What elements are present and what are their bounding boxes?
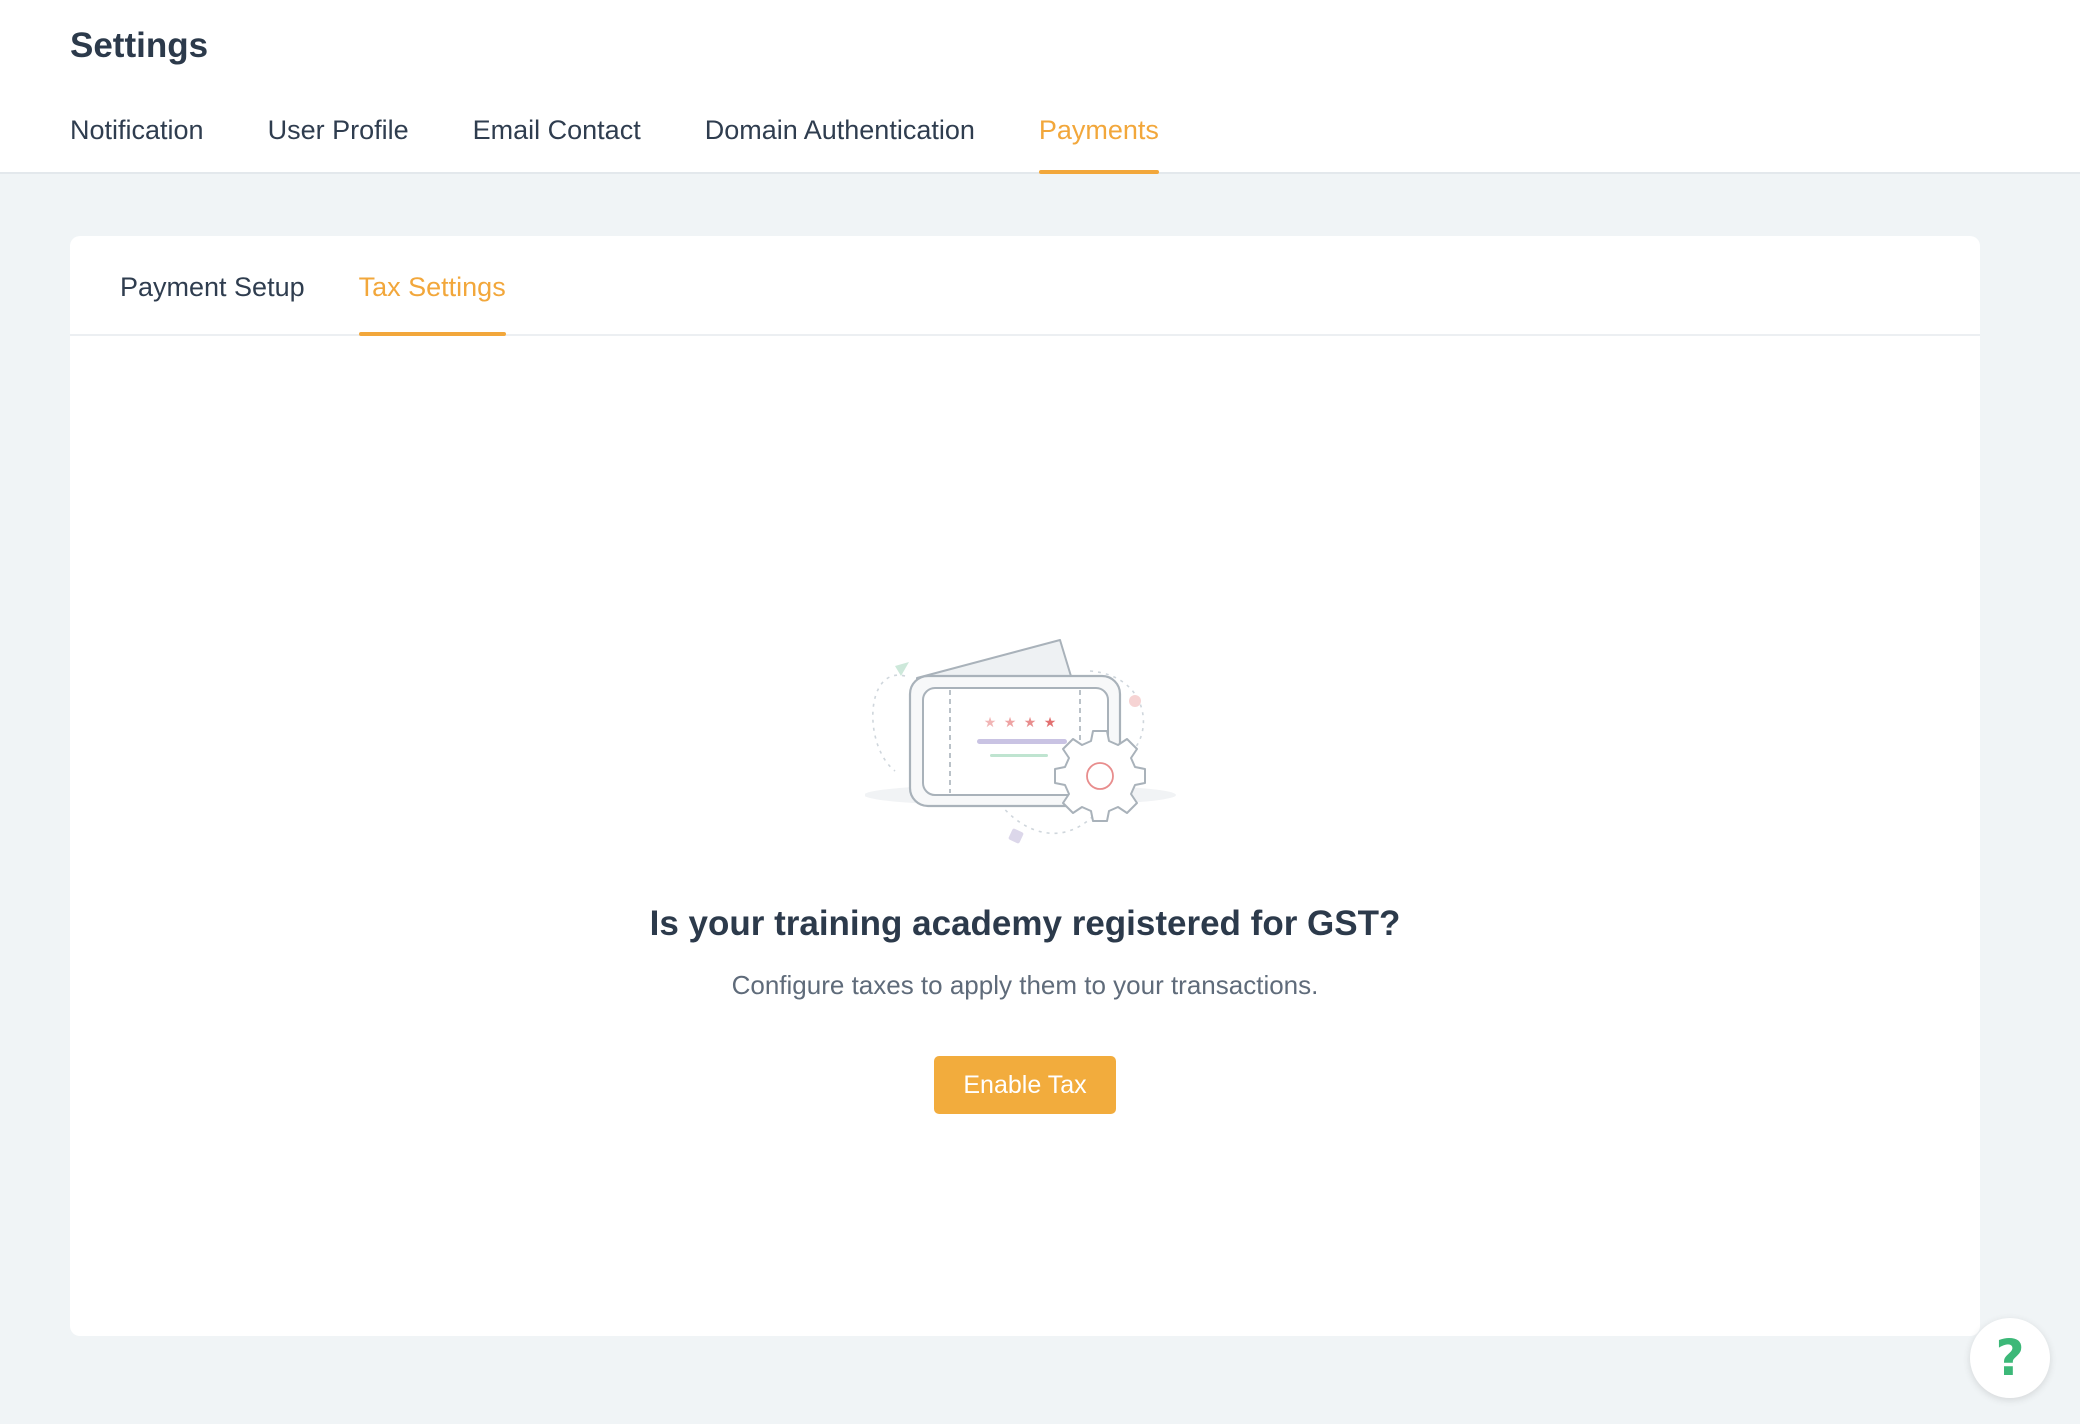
svg-text:★: ★ <box>1004 715 1017 731</box>
tab-tax-settings[interactable]: Tax Settings <box>358 270 506 336</box>
wallet-gear-icon: ★ ★ ★ ★ <box>865 639 1176 844</box>
tab-notification[interactable]: Notification <box>70 108 204 174</box>
payments-subtab-row: Payment Setup Tax Settings <box>120 270 506 336</box>
svg-text:★: ★ <box>1024 715 1037 731</box>
help-button[interactable]: ? <box>1970 1318 2050 1398</box>
tab-payment-setup[interactable]: Payment Setup <box>120 270 305 336</box>
help-icon: ? <box>1995 1329 2025 1387</box>
svg-text:★: ★ <box>984 715 997 731</box>
payments-card: Payment Setup Tax Settings ★ ★ ★ ★ Is yo… <box>70 236 1980 1336</box>
tab-user-profile[interactable]: User Profile <box>268 108 409 174</box>
tab-domain-authentication[interactable]: Domain Authentication <box>705 108 975 174</box>
settings-header: Settings Notification User Profile Email… <box>0 0 2080 174</box>
payments-subtabs: Payment Setup Tax Settings <box>70 236 1980 336</box>
svg-text:★: ★ <box>1044 715 1057 731</box>
settings-tabs: Notification User Profile Email Contact … <box>70 108 1159 174</box>
page: Settings Notification User Profile Email… <box>0 0 2080 1424</box>
page-title: Settings <box>70 26 209 65</box>
tab-payments[interactable]: Payments <box>1038 108 1159 174</box>
tab-email-contact[interactable]: Email Contact <box>473 108 641 174</box>
empty-state-description: Configure taxes to apply them to your tr… <box>731 970 1319 1000</box>
enable-tax-button[interactable]: Enable Tax <box>934 1056 1116 1114</box>
empty-state-heading: Is your training academy registered for … <box>649 904 1401 943</box>
